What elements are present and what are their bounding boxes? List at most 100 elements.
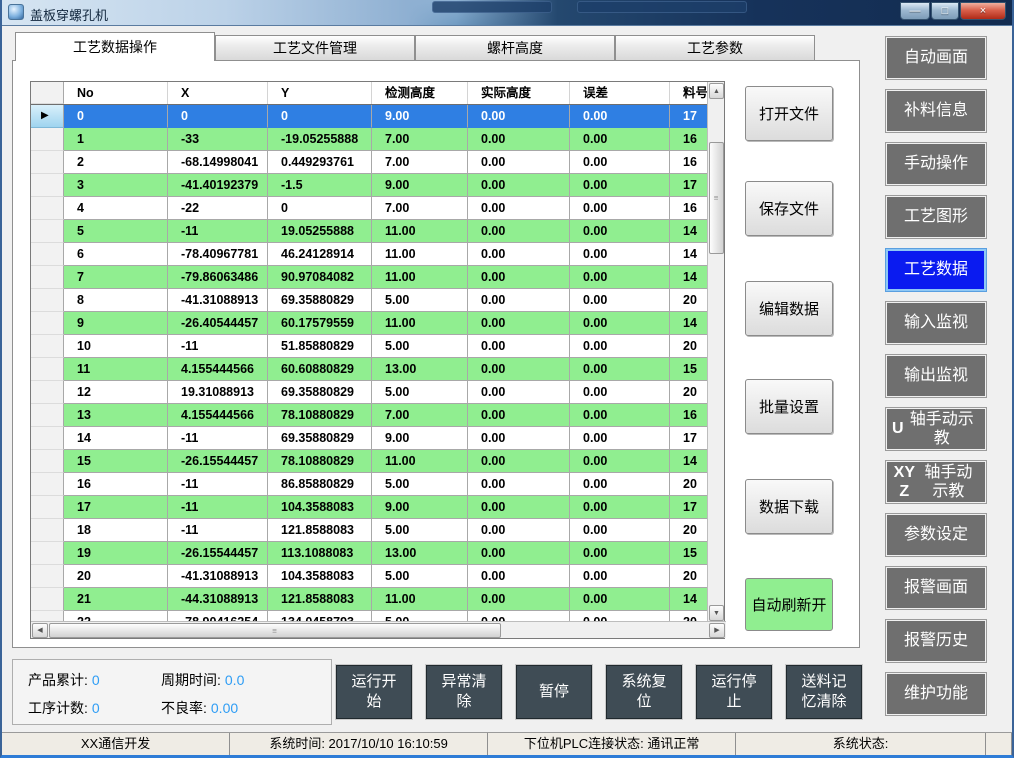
row-selector-cell[interactable] [31,312,64,335]
system-reset-button[interactable]: 系统复位 [606,665,682,719]
data-download-button[interactable]: 数据下载 [745,479,833,534]
table-row[interactable]: 20-41.31088913104.35880835.000.000.0020 [31,565,708,588]
product-total-counter: 产品累计:0 [28,670,100,690]
scroll-right-button[interactable]: ▶ [709,623,725,638]
table-cell: 14 [670,266,708,289]
table-cell: 0.00 [468,358,570,381]
row-selector-cell[interactable] [31,358,64,381]
nav-manual-operation[interactable]: 手动操作 [886,143,986,185]
edit-data-button[interactable]: 编辑数据 [745,281,833,336]
horizontal-scrollbar[interactable]: ◀ ≡ ▶ [31,621,726,638]
table-cell: -41.40192379 [168,174,268,197]
table-cell: 0.00 [570,381,670,404]
row-selector-cell[interactable] [31,151,64,174]
row-selector-cell[interactable] [31,289,64,312]
row-selector-cell[interactable] [31,174,64,197]
row-selector-cell[interactable] [31,473,64,496]
table-row[interactable]: 2-68.149980410.4492937617.000.000.0016 [31,151,708,174]
nav-xyz-axis-teach[interactable]: XYZ轴手动示教 [886,461,986,503]
nav-maintenance[interactable]: 维护功能 [886,673,986,715]
run-stop-button[interactable]: 运行停止 [696,665,772,719]
nav-u-axis-teach[interactable]: U轴手动示教 [886,408,986,450]
tab-4[interactable]: 工艺参数 [615,35,815,61]
table-row[interactable]: 10-1151.858808295.000.000.0020 [31,335,708,358]
table-row[interactable]: 19-26.15544457113.108808313.000.000.0015 [31,542,708,565]
row-selector-cell[interactable] [31,197,64,220]
row-selector-cell[interactable] [31,335,64,358]
auto-refresh-button[interactable]: 自动刷新开 [745,578,833,631]
table-cell: 19.05255888 [268,220,372,243]
nav-alarm-history[interactable]: 报警历史 [886,620,986,662]
table-row[interactable]: 6-78.4096778146.2412891411.000.000.0014 [31,243,708,266]
row-selector-cell[interactable] [31,404,64,427]
error-clear-button[interactable]: 异常清除 [426,665,502,719]
save-file-button[interactable]: 保存文件 [745,181,833,236]
open-file-button[interactable]: 打开文件 [745,86,833,141]
table-row[interactable]: 134.15544456678.108808297.000.000.0016 [31,404,708,427]
row-selector-cell[interactable] [31,243,64,266]
status-system-time: 系统时间: 2017/10/10 16:10:59 [230,733,488,755]
feed-memory-clear-button[interactable]: 送料记忆清除 [786,665,862,719]
nav-output-monitor[interactable]: 输出监视 [886,355,986,397]
tab-3[interactable]: 螺杆高度 [415,35,615,61]
batch-set-button[interactable]: 批量设置 [745,379,833,434]
row-selector-cell[interactable] [31,220,64,243]
pause-button[interactable]: 暂停 [516,665,592,719]
table-row[interactable]: 1219.3108891369.358808295.000.000.0020 [31,381,708,404]
scroll-down-button[interactable]: ▼ [709,605,724,621]
scroll-up-button[interactable]: ▲ [709,83,724,99]
row-selector-cell[interactable] [31,427,64,450]
row-selector-cell[interactable] [31,519,64,542]
minimize-button[interactable]: — [900,2,930,20]
table-cell: 90.97084082 [268,266,372,289]
table-row[interactable]: 16-1186.858808295.000.000.0020 [31,473,708,496]
table-row[interactable]: 14-1169.358808299.000.000.0017 [31,427,708,450]
vertical-scroll-thumb[interactable]: ≡ [709,142,724,254]
restore-button[interactable]: □ [931,2,959,20]
scroll-left-button[interactable]: ◀ [32,623,48,638]
table-cell: 2 [64,151,168,174]
table-row[interactable]: 1-33-19.052558887.000.000.0016 [31,128,708,151]
row-selector-cell[interactable] [31,266,64,289]
table-cell: 0.00 [468,266,570,289]
table-row[interactable]: 17-11104.35880839.000.000.0017 [31,496,708,519]
run-start-button[interactable]: 运行开始 [336,665,412,719]
row-selector-cell[interactable]: ▶ [31,105,64,128]
table-row[interactable]: 9-26.4054445760.1757955911.000.000.0014 [31,312,708,335]
nav-refill-info[interactable]: 补料信息 [886,90,986,132]
table-cell: 0.00 [468,312,570,335]
table-row[interactable]: 4-2207.000.000.0016 [31,197,708,220]
vertical-scrollbar[interactable]: ▲ ≡ ▼ [707,82,724,623]
table-header-row: NoXY检测高度实际高度误差料号 [31,82,708,105]
nav-process-data[interactable]: 工艺数据 [886,249,986,291]
row-selector-cell[interactable] [31,450,64,473]
nav-auto-screen[interactable]: 自动画面 [886,37,986,79]
table-row[interactable]: 21-44.31088913121.858808311.000.000.0014 [31,588,708,611]
table-row[interactable]: 18-11121.85880835.000.000.0020 [31,519,708,542]
counter-label: 不良率: [161,700,207,716]
table-row[interactable]: 5-1119.0525588811.000.000.0014 [31,220,708,243]
table-row[interactable]: 8-41.3108891369.358808295.000.000.0020 [31,289,708,312]
row-selector-cell[interactable] [31,496,64,519]
row-selector-cell[interactable] [31,565,64,588]
table-row[interactable]: 3-41.40192379-1.59.000.000.0017 [31,174,708,197]
nav-process-graphic[interactable]: 工艺图形 [886,196,986,238]
tab-2[interactable]: 工艺文件管理 [215,35,415,61]
table-row[interactable]: ▶0009.000.000.0017 [31,105,708,128]
horizontal-scroll-thumb[interactable]: ≡ [49,623,501,638]
table-row[interactable]: 7-79.8606348690.9708408211.000.000.0014 [31,266,708,289]
nav-alarm-screen[interactable]: 报警画面 [886,567,986,609]
row-selector-cell[interactable] [31,588,64,611]
table-row[interactable]: 114.15544456660.6088082913.000.000.0015 [31,358,708,381]
row-selector-cell[interactable] [31,381,64,404]
row-selector-cell[interactable] [31,542,64,565]
nav-parameter-setting[interactable]: 参数设定 [886,514,986,556]
table-cell: -11 [168,519,268,542]
row-selector-cell[interactable] [31,128,64,151]
table-cell: 0.00 [468,151,570,174]
nav-input-monitor[interactable]: 输入监视 [886,302,986,344]
table-cell: 6 [64,243,168,266]
tab-1[interactable]: 工艺数据操作 [15,32,215,61]
table-row[interactable]: 15-26.1554445778.1088082911.000.000.0014 [31,450,708,473]
close-button[interactable]: × [960,2,1006,20]
